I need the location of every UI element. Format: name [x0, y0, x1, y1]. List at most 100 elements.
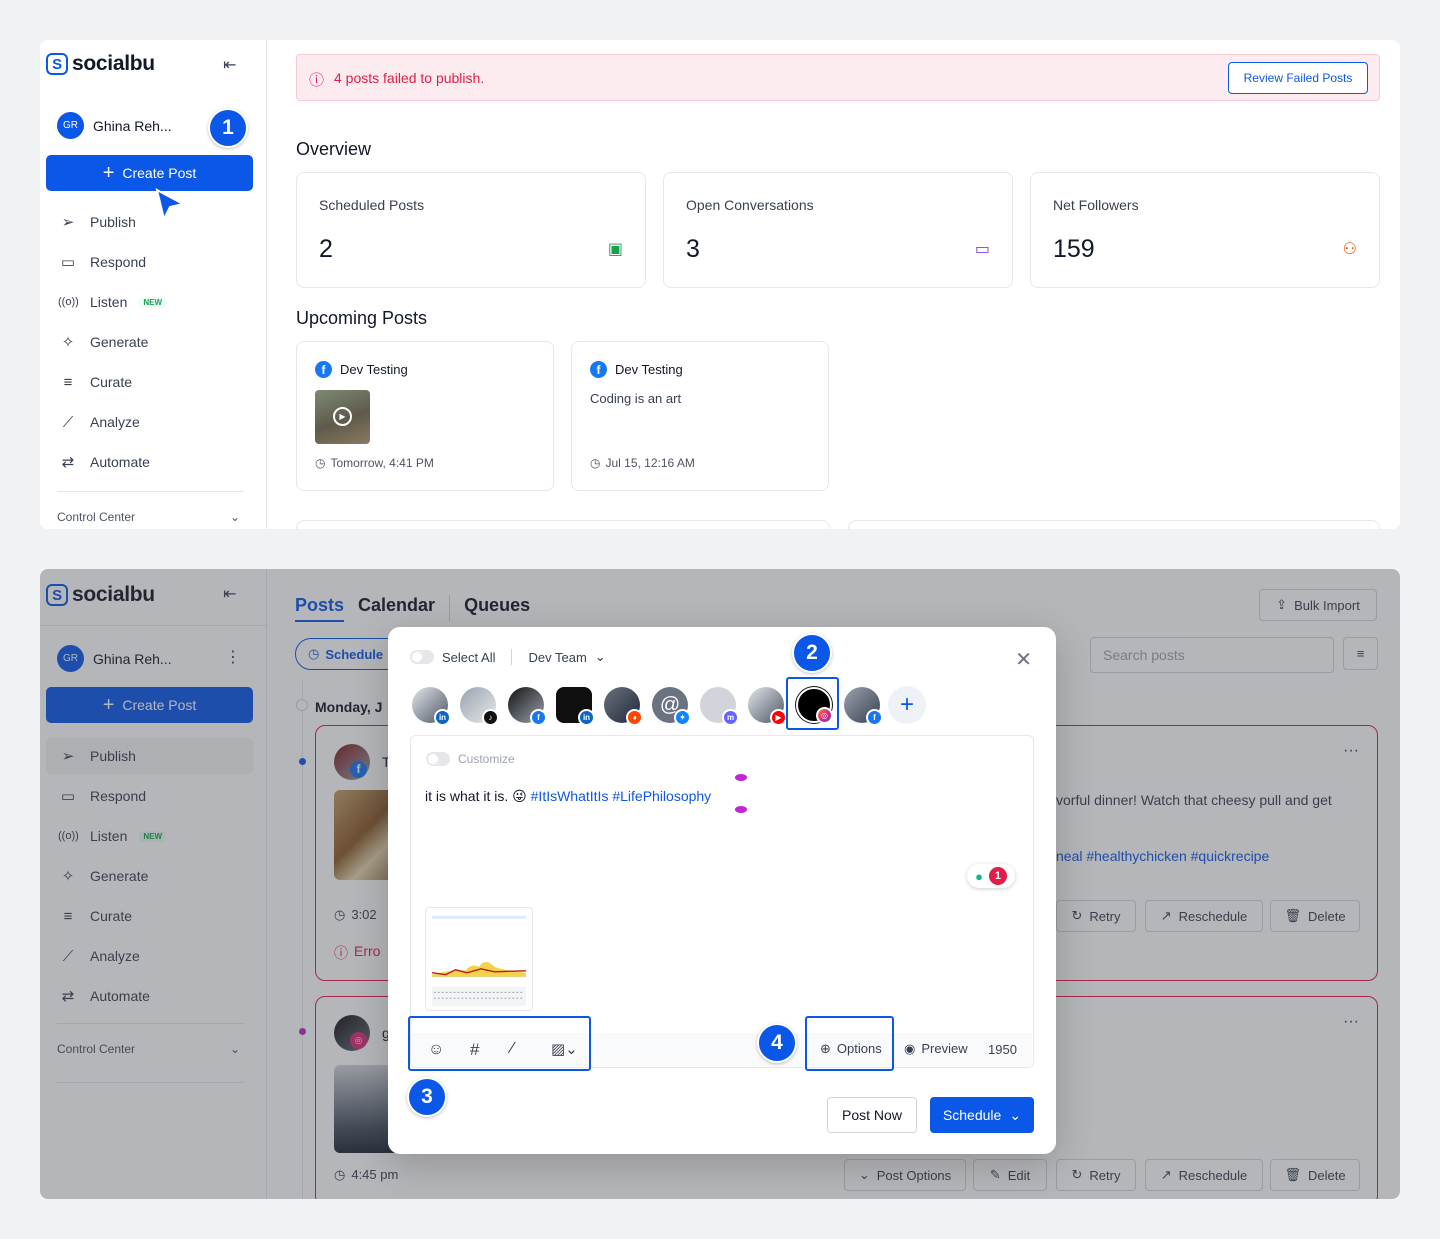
select-all-toggle[interactable] [410, 650, 434, 664]
post-now-button[interactable]: Post Now [827, 1097, 917, 1133]
add-account-button[interactable]: + [888, 686, 926, 724]
account-avatar-linkedin[interactable]: in [556, 687, 595, 726]
eye-icon: ◉ [904, 1041, 916, 1056]
logo[interactable]: Ssocialbu [46, 52, 155, 76]
account-avatar-mastodon[interactable]: m [700, 687, 739, 726]
step-marker-3: 3 [407, 1077, 447, 1117]
stat-card-scheduled[interactable]: Scheduled Posts 2 ▣ [296, 172, 646, 288]
stat-card-followers[interactable]: Net Followers 159 ⚇ [1030, 172, 1380, 288]
dashboard-panel: Ssocialbu ⇤ GR Ghina Reh... + Create Post… [40, 40, 1400, 529]
sidebar-item-publish[interactable]: ➢ Publish [46, 204, 253, 240]
post-thumbnail[interactable]: ▶ [315, 390, 370, 444]
step-marker-4: 4 [757, 1023, 797, 1063]
posts-panel: Ssocialbu ⇤ GR Ghina Reh... ⋮ + Create Po… [40, 569, 1400, 1199]
broadcast-icon: ((o)) [58, 296, 79, 308]
customize-toggle[interactable] [426, 752, 450, 766]
mastodon-icon: m [722, 709, 739, 726]
cursor-handle[interactable] [735, 806, 747, 813]
post-composer-modal: Select All Dev Team ⌄ ✕ in ♪ f in ◕ @ ✦ m… [388, 627, 1056, 1154]
facebook-icon: f [590, 361, 607, 378]
cursor-handle[interactable] [735, 774, 747, 781]
account-avatar-facebook[interactable]: f [844, 687, 883, 726]
close-icon[interactable]: ✕ [1015, 647, 1032, 672]
repeat-icon: ⇄ [61, 454, 75, 471]
user-profile[interactable]: GR Ghina Reh... [57, 112, 172, 139]
sparkle-icon: ✧ [61, 334, 75, 351]
account-avatar-bluesky[interactable]: @ ✦ [652, 687, 691, 726]
tiktok-icon: ♪ [482, 709, 499, 726]
clock-icon: ◷ [590, 456, 601, 470]
account-avatar-linkedin[interactable]: in [412, 687, 451, 726]
chevron-down-icon: ⌄ [229, 510, 240, 524]
collapse-sidebar-icon[interactable]: ⇤ [223, 55, 236, 75]
facebook-icon: f [866, 709, 883, 726]
curate-icon: ≡ [63, 373, 73, 391]
reddit-icon: ◕ [626, 709, 643, 726]
divider [57, 491, 244, 492]
facebook-icon: f [530, 709, 547, 726]
play-icon: ▶ [333, 407, 352, 426]
attached-image[interactable] [425, 907, 533, 1011]
logo-icon: S [46, 53, 68, 75]
sidebar-item-listen[interactable]: ((o)) Listen NEW [46, 284, 253, 320]
alert-text: 4 posts failed to publish. [334, 70, 485, 86]
control-center-toggle[interactable]: Control Center ⌄ [57, 510, 240, 524]
review-failed-posts-button[interactable]: Review Failed Posts [1228, 62, 1368, 94]
post-text: Coding is an art [590, 391, 682, 406]
post-account: f Dev Testing [315, 361, 408, 378]
ai-suggestions-badge[interactable]: ● 1 [967, 864, 1015, 888]
sidebar-nav: ➢ Publish ▭ Respond ((o)) Listen NEW ✧ Genera… [46, 204, 253, 484]
linkedin-icon: in [434, 709, 451, 726]
message-icon: ▭ [974, 241, 990, 258]
alert-icon: ⓘ [309, 72, 325, 89]
stat-card-conversations[interactable]: Open Conversations 3 ▭ [663, 172, 1013, 288]
highlight-editor-tools [408, 1016, 591, 1071]
linkedin-icon: in [578, 709, 595, 726]
account-avatar-facebook[interactable]: f [508, 687, 547, 726]
overview-title: Overview [296, 139, 372, 159]
account-avatar-reddit[interactable]: ◕ [604, 687, 643, 726]
post-text-input[interactable]: it is what it is. 😜 #ItIsWhatItIs #LifeP… [425, 788, 711, 805]
character-count: 1950 [988, 1042, 1017, 1057]
user-name: Ghina Reh... [93, 117, 172, 134]
team-selector[interactable]: Dev Team [528, 650, 586, 665]
upcoming-post-card[interactable]: f Dev Testing ▶ ◷ Tomorrow, 4:41 PM [296, 341, 554, 491]
new-badge: NEW [139, 296, 167, 308]
schedule-button[interactable]: Schedule ⌄ [930, 1097, 1034, 1133]
failed-alert: ⓘ 4 posts failed to publish. Review Fail… [296, 54, 1380, 101]
create-post-button[interactable]: + Create Post [46, 155, 253, 191]
highlight-instagram-account [786, 677, 839, 730]
cursor-icon [155, 188, 186, 222]
chart-line-icon: ⟋ [62, 413, 74, 431]
upcoming-title: Upcoming Posts [296, 308, 428, 328]
clock-icon: ◷ [315, 456, 326, 470]
chevron-down-icon: ⌄ [594, 649, 606, 664]
bluesky-icon: ✦ [674, 709, 691, 726]
chat-icon: ▭ [60, 254, 76, 271]
plus-icon: + [102, 162, 115, 184]
send-icon: ➢ [61, 214, 75, 231]
preview-button[interactable]: ◉ Preview [904, 1041, 968, 1057]
upcoming-post-card[interactable]: f Dev Testing Coding is an art ◷ Jul 15, 1… [571, 341, 829, 491]
card-edge [848, 520, 1380, 529]
sidebar-item-curate[interactable]: ≡ Curate [46, 364, 253, 400]
chevron-down-icon: ⌄ [1009, 1106, 1022, 1123]
sidebar-item-respond[interactable]: ▭ Respond [46, 244, 253, 280]
account-avatar-tiktok[interactable]: ♪ [460, 687, 499, 726]
step-marker-2: 2 [792, 633, 832, 673]
step-marker-1: 1 [208, 108, 248, 148]
account-avatar-youtube[interactable]: ▶ [748, 687, 787, 726]
select-all-label: Select All [442, 649, 496, 665]
bulb-icon: ● [975, 868, 983, 884]
sidebar-item-generate[interactable]: ✧ Generate [46, 324, 253, 360]
sidebar-item-automate[interactable]: ⇄ Automate [46, 444, 253, 480]
highlight-options [805, 1016, 894, 1071]
card-edge [296, 520, 830, 529]
users-icon: ⚇ [1342, 241, 1357, 258]
facebook-icon: f [315, 361, 332, 378]
sidebar-item-analyze[interactable]: ⟋ Analyze [46, 404, 253, 440]
plus-icon: + [899, 691, 914, 718]
post-account: f Dev Testing [590, 361, 683, 378]
avatar: GR [57, 112, 84, 139]
youtube-icon: ▶ [770, 709, 787, 726]
